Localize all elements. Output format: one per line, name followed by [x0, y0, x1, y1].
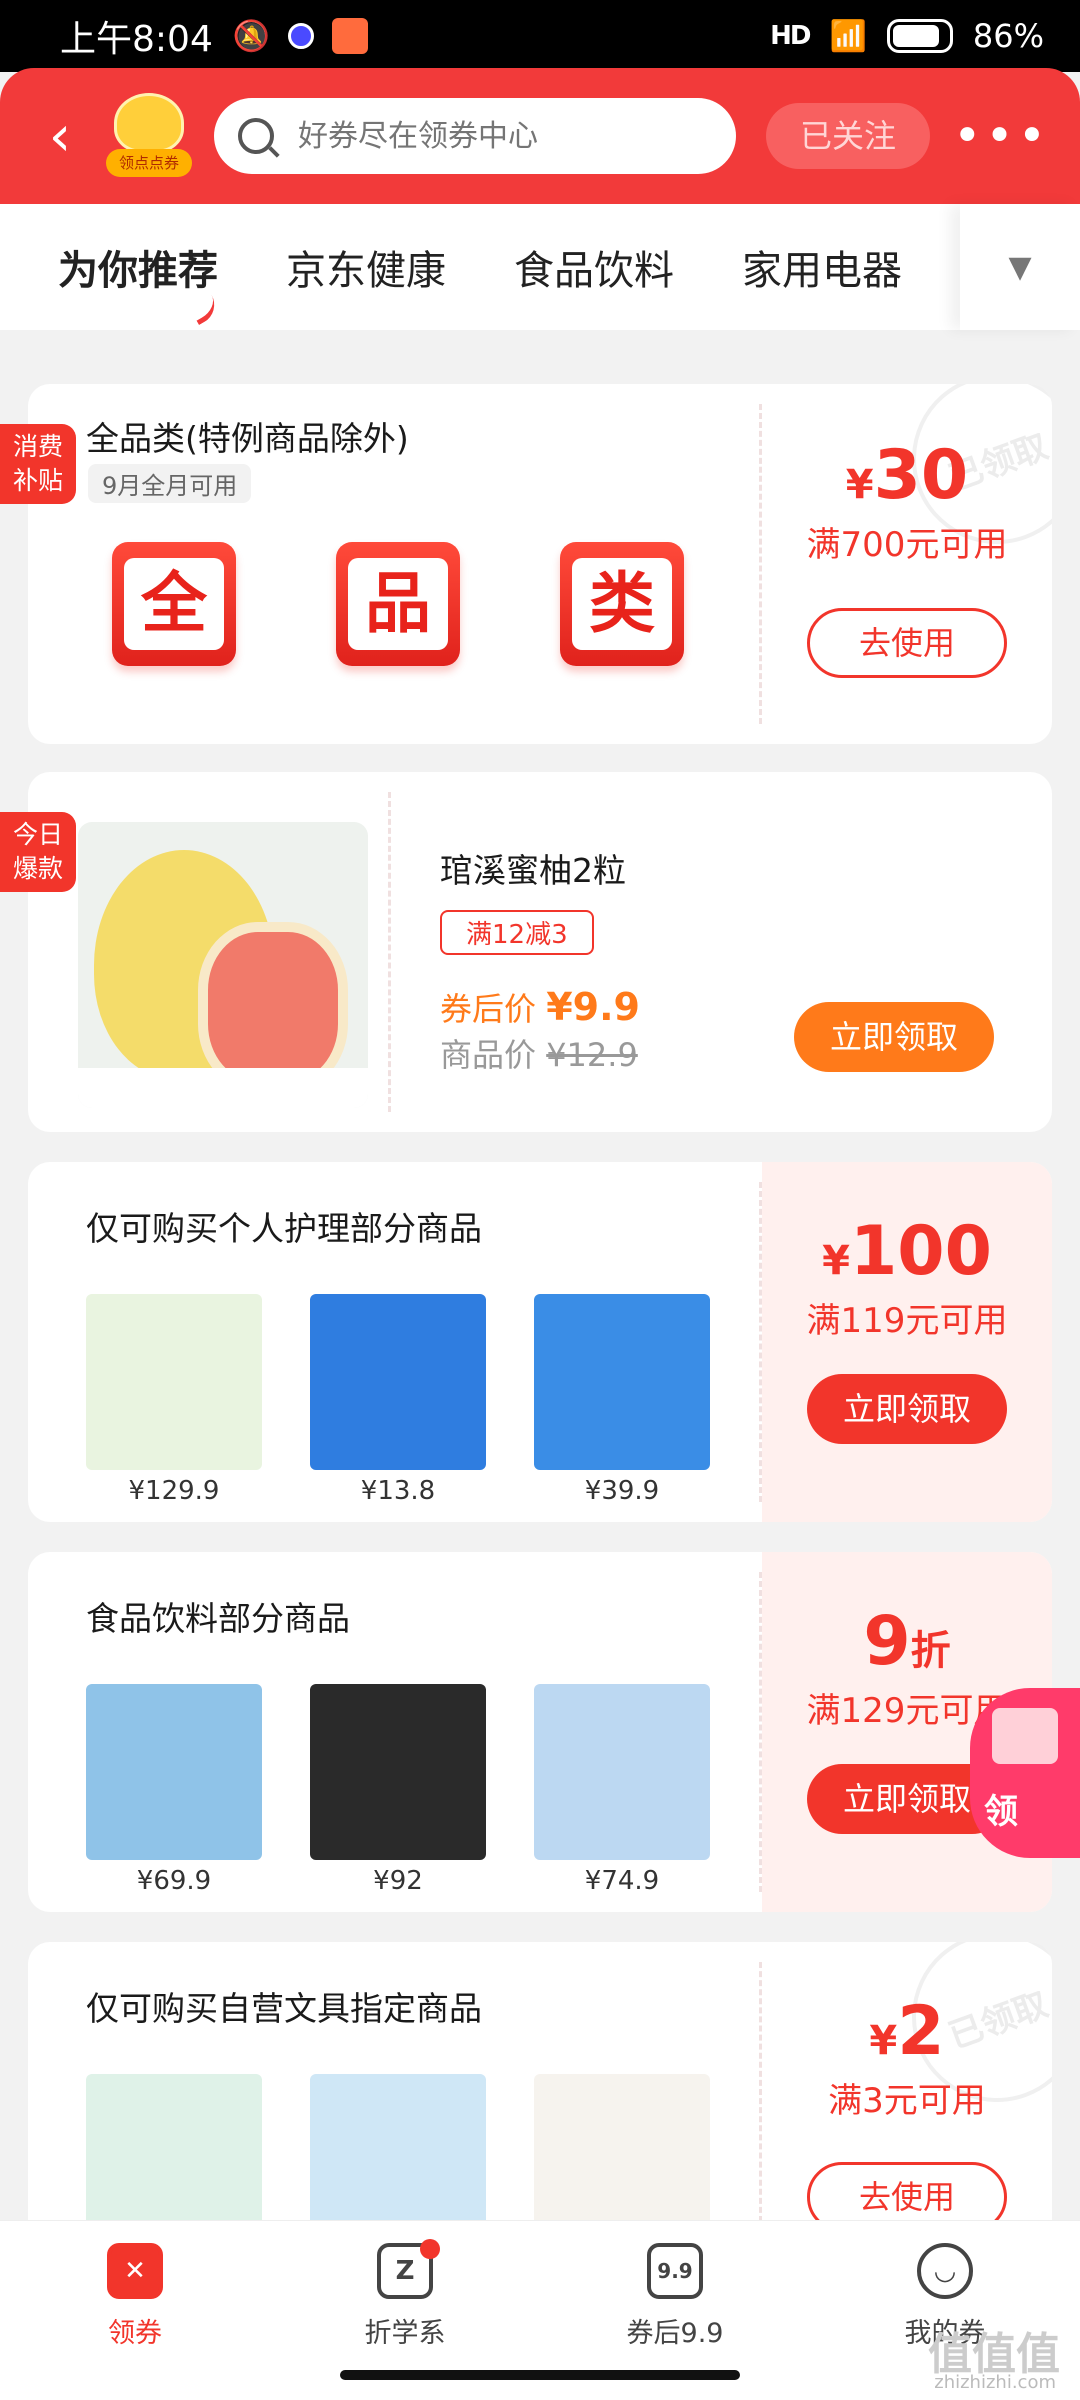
claim-button[interactable]: 立即领取	[807, 1374, 1007, 1444]
product-thumb[interactable]: ¥39.9	[534, 1294, 710, 1506]
follow-button[interactable]: 已关注	[766, 103, 930, 169]
promo-tag: 满12减3	[440, 910, 594, 955]
red-envelope-icon	[992, 1708, 1058, 1764]
product-image	[310, 2074, 486, 2242]
product-thumb[interactable]: ¥69.9	[86, 1684, 262, 1896]
product-thumb[interactable]: ¥74.9	[534, 1684, 710, 1896]
home-indicator[interactable]	[340, 2370, 740, 2380]
more-icon[interactable]: •••	[953, 108, 1050, 164]
product-thumb[interactable]	[310, 2074, 486, 2242]
coupon-icon: ✕	[107, 2243, 163, 2299]
product-price: ¥69.9	[136, 1866, 212, 1896]
original-price: 商品价 ¥12.9	[440, 1036, 638, 1074]
battery-percent: 86%	[972, 17, 1044, 55]
category-tile: 品	[336, 542, 460, 666]
product-thumb[interactable]: ¥92	[310, 1684, 486, 1896]
product-image	[534, 1294, 710, 1470]
category-tile: 全	[112, 542, 236, 666]
tab-appliances[interactable]: 家用电器	[742, 238, 902, 296]
coupon-amount: ¥30	[845, 436, 969, 515]
tab-jd-health[interactable]: 京东健康	[286, 238, 446, 296]
after-coupon-price: 券后价 ¥9.9	[440, 985, 640, 1029]
notification-app-icon	[288, 23, 315, 49]
product-thumb[interactable]: ¥13.8	[310, 1294, 486, 1506]
category-tile: 类	[560, 542, 684, 666]
search-input[interactable]	[298, 118, 678, 154]
notification-app2-icon	[332, 18, 369, 54]
coupon-title: 全品类(特例商品除外)	[86, 419, 409, 458]
coin-icon	[114, 93, 184, 153]
product-price: ¥13.8	[360, 1476, 436, 1506]
coupon-card: 食品饮料部分商品 ¥69.9 ¥92 ¥74.9 9折 满129元可用 立即领取	[28, 1552, 1052, 1912]
product-thumb[interactable]: ¥129.9	[86, 1294, 262, 1506]
coupon-card: 已领取 仅可购买自营文具指定商品 ¥2 满3元可用 去使用	[28, 1942, 1052, 2242]
product-price: ¥39.9	[584, 1476, 660, 1506]
product-image	[534, 1684, 710, 1860]
pomelo-image[interactable]	[78, 822, 368, 1108]
nav-coupons[interactable]: ✕ 领券	[0, 2221, 270, 2400]
coupon-condition: 满3元可用	[828, 2081, 986, 2121]
mute-bell-icon: 🔕	[232, 18, 271, 54]
floating-red-envelope[interactable]: 领	[970, 1688, 1080, 1858]
coupon-validity: 9月全月可用	[88, 464, 252, 503]
product-image	[310, 1684, 486, 1860]
tab-recommend[interactable]: 为你推荐	[58, 238, 218, 296]
coupon-title: 食品饮料部分商品	[86, 1599, 350, 1638]
search-icon	[238, 118, 274, 154]
signal-icon: HD	[770, 21, 811, 51]
wifi-icon: 📶	[829, 18, 867, 54]
search-bar[interactable]	[214, 98, 736, 174]
product-image	[86, 1294, 262, 1470]
tab-food-drinks[interactable]: 食品饮料	[514, 238, 674, 296]
product-image	[86, 2074, 262, 2242]
coupon-title: 仅可购买个人护理部分商品	[86, 1209, 482, 1248]
header-bar: ‹ 领点点券 已关注 •••	[0, 68, 1080, 204]
category-tabs: 为你推荐 京东健康 食品饮料 家用电器 ▼	[0, 204, 1080, 330]
notification-dot	[420, 2239, 440, 2259]
use-button[interactable]: 去使用	[807, 608, 1007, 678]
product-deal-card: 琯溪蜜柚2粒 满12减3 券后价 ¥9.9 商品价 ¥12.9 立即领取	[28, 772, 1052, 1132]
status-bar: 上午8:04 🔕 HD 📶 86%	[0, 0, 1080, 72]
coupon-amount: 9折	[863, 1602, 951, 1681]
back-arrow-icon[interactable]: ‹	[30, 104, 90, 169]
watermark-url: zhizhizhi.com	[934, 2372, 1056, 2393]
product-thumb[interactable]	[86, 2074, 262, 2242]
product-image	[86, 1684, 262, 1860]
product-price: ¥129.9	[128, 1476, 220, 1506]
price-tag-icon: 9.9	[647, 2243, 703, 2299]
logo-label: 领点点券	[106, 149, 192, 177]
hot-deal-ribbon: 今日爆款	[0, 812, 76, 892]
coupon-condition: 满119元可用	[806, 1301, 1008, 1341]
coupon-center-logo[interactable]: 领点点券	[106, 93, 192, 179]
product-title: 琯溪蜜柚2粒	[440, 851, 626, 890]
coupon-condition: 满700元可用	[806, 525, 1008, 565]
subsidy-ribbon: 消费补贴	[0, 424, 76, 504]
smile-icon: ◡	[917, 2243, 973, 2299]
product-thumb[interactable]	[534, 2074, 710, 2242]
float-label: 领	[984, 1792, 1018, 1832]
coupon-card: 已领取 全品类(特例商品除外) 9月全月可用 全 品 类 ¥30 满700元可用…	[28, 384, 1052, 744]
product-price: ¥74.9	[584, 1866, 660, 1896]
product-price: ¥92	[373, 1866, 423, 1896]
claim-button[interactable]: 立即领取	[794, 1002, 994, 1072]
coupon-amount: ¥100	[822, 1212, 992, 1291]
product-image	[310, 1294, 486, 1470]
coupon-amount: ¥2	[869, 1992, 945, 2071]
coupon-card: 仅可购买个人护理部分商品 ¥129.9 ¥13.8 ¥39.9 ¥100 满11…	[28, 1162, 1052, 1522]
coupon-title: 仅可购买自营文具指定商品	[86, 1989, 482, 2028]
product-image	[534, 2074, 710, 2242]
chevron-down-icon[interactable]: ▼	[960, 204, 1080, 330]
status-time: 上午8:04	[60, 19, 213, 60]
battery-icon	[886, 19, 953, 53]
